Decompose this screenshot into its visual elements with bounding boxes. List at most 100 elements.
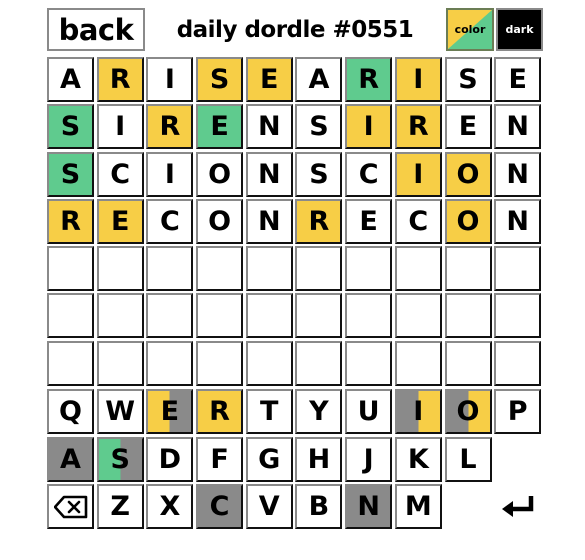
- right-board-tile: [295, 293, 343, 339]
- key-n[interactable]: N: [345, 484, 393, 530]
- guess-row: [47, 293, 544, 340]
- key-label: N: [357, 491, 380, 523]
- key-o[interactable]: O: [444, 389, 492, 434]
- right-board-tile: S: [444, 57, 492, 102]
- right-board-tile: [394, 246, 442, 292]
- left-board-tile: [47, 340, 94, 386]
- key-x[interactable]: X: [146, 484, 194, 530]
- left-board-tile: [96, 293, 144, 339]
- right-board-tile: [394, 293, 442, 339]
- left-board-tile: R: [47, 198, 94, 244]
- key-label: Q: [59, 396, 82, 427]
- left-board-tile: N: [245, 104, 293, 150]
- left-board-tile: [146, 293, 194, 339]
- left-board-tile: I: [96, 104, 144, 150]
- key-l[interactable]: L: [444, 436, 492, 482]
- right-board-tile: O: [444, 151, 492, 197]
- key-q[interactable]: Q: [47, 389, 94, 434]
- key-label: I: [413, 396, 424, 427]
- key-c[interactable]: C: [196, 484, 244, 530]
- key-w[interactable]: W: [96, 389, 144, 434]
- left-board-tile: N: [245, 151, 293, 197]
- left-board-tile: E: [96, 198, 144, 244]
- guess-row: SCIONSCION: [47, 151, 544, 199]
- left-board-tile: E: [196, 104, 244, 150]
- key-y[interactable]: Y: [295, 389, 343, 434]
- right-board-tile: [494, 246, 542, 292]
- key-a[interactable]: A: [47, 436, 94, 482]
- left-board-tile: N: [245, 198, 293, 244]
- key-label: L: [459, 443, 477, 475]
- key-label: K: [407, 443, 429, 475]
- key-i[interactable]: I: [394, 389, 442, 434]
- color-mode-button[interactable]: color: [446, 8, 494, 51]
- key-j[interactable]: J: [345, 436, 393, 482]
- key-d[interactable]: D: [146, 436, 194, 482]
- right-board-tile: I: [345, 104, 393, 150]
- keyboard-row: ASDFGHJ KL: [47, 436, 544, 485]
- right-board-tile: [345, 246, 393, 292]
- right-board-tile: [494, 293, 542, 339]
- right-board-tile: R: [295, 198, 343, 244]
- guess-row: ARISEARISE: [47, 57, 544, 104]
- key-k[interactable]: K: [394, 436, 442, 482]
- left-board-tile: [196, 246, 244, 292]
- key-z[interactable]: Z: [96, 484, 144, 530]
- key-label: J: [363, 443, 374, 475]
- key-label: M: [404, 491, 432, 523]
- key-t[interactable]: T: [245, 389, 293, 434]
- key-e[interactable]: E: [146, 389, 194, 434]
- enter-icon: [500, 494, 536, 520]
- key-g[interactable]: G: [245, 436, 293, 482]
- back-button[interactable]: back: [47, 8, 145, 51]
- left-board-tile: O: [196, 198, 244, 244]
- left-board-tile: [47, 293, 94, 339]
- right-board-tile: R: [345, 57, 393, 102]
- right-board-tile: [444, 293, 492, 339]
- right-board-tile: S: [295, 104, 343, 150]
- key-m[interactable]: M: [394, 484, 442, 530]
- guess-row: [47, 340, 544, 388]
- guess-row: [47, 246, 544, 293]
- key-p[interactable]: P: [494, 389, 542, 434]
- keyboard-row: QWERTYU I OP: [47, 389, 544, 437]
- left-board-tile: [245, 293, 293, 339]
- key-label: H: [307, 443, 331, 475]
- right-board-tile: O: [444, 198, 492, 244]
- key-v[interactable]: V: [245, 484, 293, 530]
- key-label: F: [210, 443, 229, 475]
- key-r[interactable]: R: [196, 389, 244, 434]
- left-board-tile: [245, 246, 293, 292]
- right-board-tile: [345, 293, 393, 339]
- enter-key[interactable]: [494, 484, 542, 530]
- key-label: X: [159, 491, 181, 523]
- right-board-tile: E: [494, 57, 542, 102]
- key-s[interactable]: S: [96, 436, 144, 482]
- dark-mode-button[interactable]: dark: [496, 8, 543, 51]
- right-board-tile: E: [444, 104, 492, 150]
- right-board-tile: [295, 340, 343, 386]
- right-board-tile: I: [394, 151, 442, 197]
- left-board-tile: R: [146, 104, 194, 150]
- key-label: Z: [110, 491, 130, 523]
- key-b[interactable]: B: [295, 484, 343, 530]
- key-label: R: [209, 396, 230, 427]
- left-board-tile: I: [146, 57, 194, 102]
- key-u[interactable]: U: [345, 389, 393, 434]
- guess-row: SIRENSIREN: [47, 104, 544, 151]
- left-board-tile: [96, 246, 144, 292]
- right-board-tile: [295, 246, 343, 292]
- key-label: G: [258, 443, 281, 475]
- key-h[interactable]: H: [295, 436, 343, 482]
- key-f[interactable]: F: [196, 436, 244, 482]
- backspace-key[interactable]: [47, 484, 94, 530]
- keyboard-row: ZXCVBNM: [47, 484, 544, 532]
- right-board-tile: [444, 340, 492, 386]
- left-board-tile: I: [146, 151, 194, 197]
- key-label: B: [308, 491, 330, 523]
- key-label: A: [60, 443, 81, 475]
- left-board-tile: C: [146, 198, 194, 244]
- right-board-tile: E: [345, 198, 393, 244]
- right-board-tile: C: [394, 198, 442, 244]
- on-screen-keyboard: QWERTYU I OP ASDFGHJ KL ZXCVBNM: [47, 389, 544, 532]
